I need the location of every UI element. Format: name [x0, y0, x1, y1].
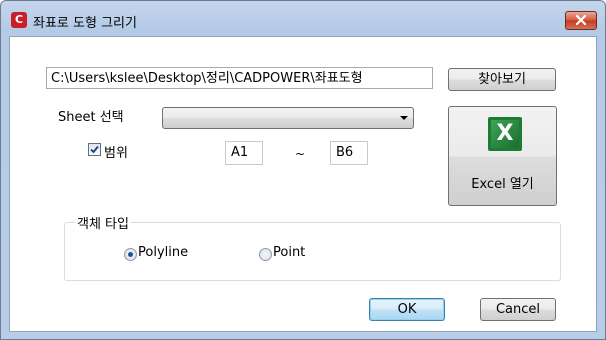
- cancel-button[interactable]: Cancel: [480, 298, 556, 321]
- point-radio[interactable]: [259, 248, 272, 261]
- excel-icon-letter: X: [491, 120, 519, 148]
- sheet-select-label: Sheet 선택: [58, 110, 124, 125]
- title-bar[interactable]: C 좌표로 도형 그리기: [1, 1, 605, 35]
- dialog-window: C 좌표로 도형 그리기 C:\Users\kslee\Desktop\정리\C…: [0, 0, 606, 340]
- app-icon: C: [11, 12, 27, 28]
- chevron-down-icon: [400, 116, 408, 120]
- open-excel-button[interactable]: X Excel 열기: [448, 106, 557, 206]
- checkmark-icon: [90, 145, 99, 154]
- range-separator: ~: [295, 147, 306, 161]
- close-icon: [575, 15, 587, 25]
- polyline-radio[interactable]: [124, 248, 137, 261]
- object-type-group: 객체 타입 Polyline Point: [64, 213, 561, 281]
- range-to-input[interactable]: B6: [330, 141, 368, 165]
- dialog-body: C:\Users\kslee\Desktop\정리\CADPOWER\좌표도형 …: [9, 36, 597, 332]
- radio-selected-dot: [128, 252, 133, 257]
- ok-button[interactable]: OK: [369, 298, 445, 321]
- file-path-input[interactable]: C:\Users\kslee\Desktop\정리\CADPOWER\좌표도형: [46, 67, 433, 89]
- browse-button[interactable]: 찾아보기: [448, 68, 556, 91]
- excel-icon: X: [488, 117, 522, 151]
- point-radio-label[interactable]: Point: [273, 245, 305, 260]
- range-checkbox[interactable]: [88, 143, 101, 156]
- range-checkbox-label: 범위: [104, 146, 128, 161]
- open-excel-label: Excel 열기: [471, 177, 534, 192]
- close-button[interactable]: [565, 11, 597, 30]
- range-from-input[interactable]: A1: [225, 141, 263, 165]
- object-type-group-title: 객체 타입: [75, 213, 131, 232]
- polyline-radio-label[interactable]: Polyline: [138, 245, 188, 260]
- sheet-select-dropdown[interactable]: [162, 107, 414, 129]
- window-title: 좌표로 도형 그리기: [33, 16, 137, 31]
